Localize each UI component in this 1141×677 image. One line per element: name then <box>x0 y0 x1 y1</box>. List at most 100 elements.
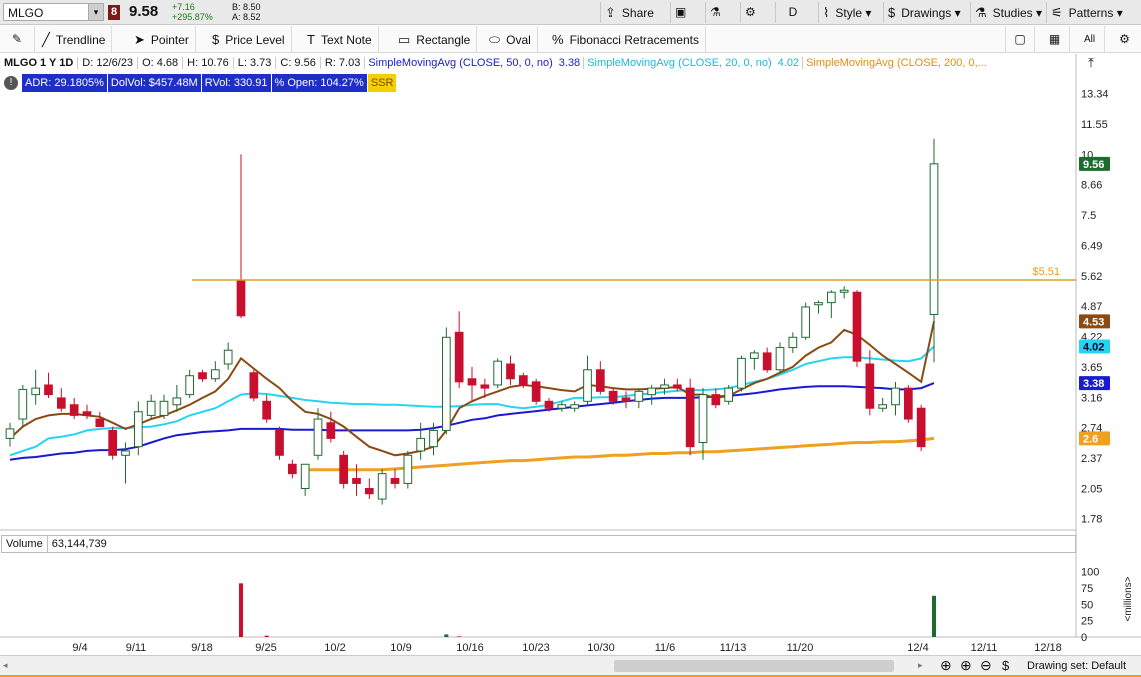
scroll-right-icon[interactable]: ▸ <box>918 660 923 671</box>
sma50-value: 3.38 <box>558 57 581 69</box>
oval-button[interactable]: ⬭ Oval <box>483 26 538 53</box>
candle <box>570 401 580 412</box>
top-bar: MLGO ▾ 8 9.58 +7.16 +295.87% B: 8.50 A: … <box>0 0 1141 25</box>
chevron-down-icon: ▾ <box>862 6 872 20</box>
timeframe-label: D <box>788 5 798 19</box>
candle-body <box>698 394 708 444</box>
candle <box>403 450 413 489</box>
price-axis-tick: 13.34 <box>1081 89 1109 101</box>
rectangle-label: Rectangle <box>416 33 471 47</box>
candle-body <box>634 390 644 402</box>
chart-info-bar: MLGO 1 Y 1D D: 12/6/23 O: 4.68 H: 10.76 L: 3… <box>0 54 1078 73</box>
oval-label: Oval <box>506 33 531 47</box>
rectangle-button[interactable]: ▭ Rectangle <box>392 26 478 53</box>
candle-body <box>826 291 836 304</box>
candle-body <box>518 375 528 386</box>
sma200-legend[interactable]: SimpleMovingAvg (CLOSE, 200, 0,... <box>802 57 990 69</box>
patterns-button[interactable]: ⚟ Patterns ▾ <box>1046 2 1127 23</box>
candle <box>454 311 464 389</box>
candle <box>929 138 939 363</box>
candle <box>108 426 118 460</box>
crosshair-icon[interactable]: ⊕ <box>940 657 952 674</box>
price-level-tool-icon[interactable]: $ <box>1002 658 1009 673</box>
sma50-legend[interactable]: SimpleMovingAvg (CLOSE, 50, 0, no) <box>364 57 556 69</box>
time-axis-tick: 12/18 <box>1034 642 1062 654</box>
zoom-in-icon[interactable]: ⊕ <box>960 657 972 674</box>
zoom-out-icon[interactable]: ⊖ <box>980 657 992 674</box>
time-axis-tick: 10/30 <box>587 642 615 654</box>
candle <box>95 411 105 428</box>
pin-button[interactable]: ✎ <box>0 26 35 53</box>
candle-body <box>185 375 195 396</box>
candle-body <box>69 404 79 416</box>
time-axis-tick: 10/2 <box>324 642 345 654</box>
style-button[interactable]: ⌇ Style ▾ <box>818 2 875 23</box>
time-axis-tick: 9/11 <box>126 642 147 654</box>
price-badge-text: 9.56 <box>1083 159 1104 171</box>
sma20-legend[interactable]: SimpleMovingAvg (CLOSE, 20, 0, no) <box>583 57 775 69</box>
text-note-button[interactable]: T Text Note <box>301 26 379 53</box>
candle-body <box>287 463 297 475</box>
candle-body <box>493 360 503 386</box>
alert-icon[interactable]: ! <box>4 76 18 91</box>
link-group-badge[interactable]: 8 <box>108 5 120 20</box>
candle-body <box>724 387 734 402</box>
flask-button[interactable]: ⚗ <box>705 2 725 23</box>
open-pct-stat: % Open: 104.27% <box>271 74 367 92</box>
single-layout-button[interactable]: ▢ <box>1005 26 1035 53</box>
change-block: +7.16 +295.87% <box>172 2 213 22</box>
settings-button[interactable]: ⚙ <box>740 2 760 23</box>
candle-body <box>5 428 15 439</box>
candle <box>891 381 900 416</box>
candle <box>236 154 246 319</box>
horizontal-scrollbar[interactable] <box>614 660 894 672</box>
candle-body <box>583 369 592 402</box>
camera-button[interactable]: ▣ <box>670 2 690 23</box>
symbol-dropdown-icon[interactable]: ▾ <box>88 4 103 20</box>
candle <box>493 358 503 389</box>
fibonacci-button[interactable]: % Fibonacci Retracements <box>546 26 706 53</box>
timeframe-button[interactable]: D <box>775 2 810 23</box>
info-date: D: 12/6/23 <box>77 57 138 69</box>
price-axis-tick: 2.37 <box>1081 453 1102 465</box>
candle-body <box>56 397 66 409</box>
candle <box>685 378 695 456</box>
candle-body <box>82 411 92 416</box>
studies-button[interactable]: ⚗ Studies ▾ <box>970 2 1046 23</box>
grid-layout-button[interactable]: ▦ <box>1040 26 1070 53</box>
time-axis-tick: 11/6 <box>655 642 676 654</box>
collapse-icon[interactable]: ⤒ <box>1080 55 1102 73</box>
candle-body <box>403 454 413 484</box>
ssr-badge: SSR <box>367 74 397 92</box>
drawings-button[interactable]: $ Drawings ▾ <box>883 2 965 23</box>
volume-axis-tick: 50 <box>1081 599 1093 611</box>
price-badge: 9.56 <box>1079 156 1110 171</box>
info-high: H: 10.76 <box>182 57 233 69</box>
candle <box>903 384 913 423</box>
pointer-button[interactable]: ➤ Pointer <box>128 26 196 53</box>
candle <box>621 391 631 409</box>
candle-body <box>339 454 349 484</box>
price-chart[interactable]: $5.51 13.3411.55108.667.56.495.624.874.2… <box>0 54 1141 655</box>
all-button[interactable]: All <box>1075 26 1105 53</box>
bid-value: B: 8.50 <box>232 2 261 12</box>
candle-body <box>31 387 41 396</box>
volume-axis-tick: 75 <box>1081 583 1093 595</box>
scroll-left-icon[interactable]: ◂ <box>3 660 8 671</box>
drawing-set-label[interactable]: Drawing set: Default <box>1027 660 1126 672</box>
chart-settings-button[interactable]: ⚙ <box>1108 26 1141 53</box>
flask-icon: ⚗ <box>710 5 721 19</box>
candle <box>69 397 79 420</box>
price-level-button[interactable]: $ Price Level <box>206 26 292 53</box>
candle-body <box>236 279 246 317</box>
trendline-button[interactable]: ╱ Trendline <box>36 26 113 53</box>
time-axis-tick: 11/13 <box>720 642 747 654</box>
patterns-icon: ⚟ <box>1051 5 1063 20</box>
candle-body <box>467 378 477 386</box>
candle <box>467 366 477 402</box>
chevron-down-icon: ▾ <box>1032 6 1043 20</box>
share-button[interactable]: ⇪ Share <box>600 2 658 23</box>
change-percent: +295.87% <box>172 12 213 22</box>
candle <box>441 327 451 435</box>
chevron-down-icon: ▾ <box>1113 6 1123 20</box>
